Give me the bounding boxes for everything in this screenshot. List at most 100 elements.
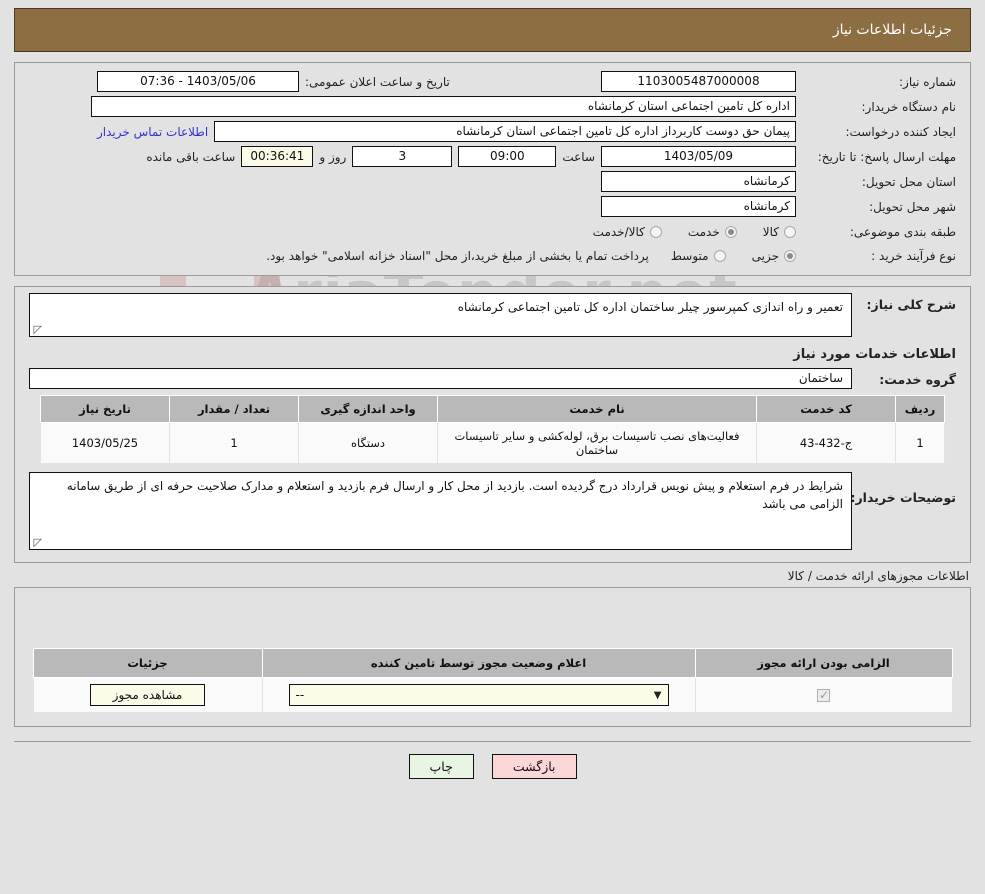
subject-category-option-kala[interactable]: کالا: [763, 225, 796, 239]
deadline-countdown: 00:36:41: [241, 146, 314, 167]
general-description-value[interactable]: تعمیر و راه اندازی کمپرسور چیلر ساختمان …: [29, 293, 852, 337]
col-name: نام خدمت: [437, 395, 757, 423]
cell-permit-details: مشاهده مجوز: [32, 677, 263, 713]
col-permit-status: اعلام وضعیت مجوز توسط تامین کننده: [261, 648, 696, 678]
row-purchase-type: نوع فرآیند خرید : جزیی متوسط پرداخت تمام…: [19, 241, 966, 265]
col-permit-required: الزامی بودن ارائه مجوز: [694, 648, 953, 678]
permit-required-checkbox[interactable]: [817, 688, 830, 702]
general-description-text: تعمیر و راه اندازی کمپرسور چیلر ساختمان …: [457, 300, 843, 314]
table-row: 1 ج-432-43 فعالیت‌های نصب تاسیسات برق، ل…: [40, 422, 945, 464]
service-group-text: ساختمان: [798, 371, 843, 385]
services-table-header-row: ردیف کد خدمت نام خدمت واحد اندازه گیری ت…: [40, 395, 945, 423]
service-group-value: ساختمان: [29, 368, 852, 389]
requester-value: پیمان حق دوست کاربرداز اداره کل تامین اج…: [214, 121, 796, 142]
row-buyer-org: نام دستگاه خریدار: اداره کل تامین اجتماع…: [19, 94, 966, 119]
row-delivery-city: شهر محل تحویل: کرمانشاه: [19, 194, 966, 219]
permits-caption: اطلاعات مجوزهای ارائه خدمت / کالا: [787, 569, 969, 583]
row-requester: ایجاد کننده درخواست: پیمان حق دوست کاربر…: [19, 119, 966, 144]
radio-kala-khedmat-icon[interactable]: [649, 226, 662, 238]
resize-grip-icon[interactable]: ◸: [32, 324, 42, 335]
deadline-date-value: 1403/05/09: [601, 146, 796, 167]
row-service-group: گروه خدمت: ساختمان: [15, 366, 970, 389]
need-details-panel: شرح کلی نیاز: تعمیر و راه اندازی کمپرسور…: [14, 286, 971, 563]
row-general-description: شرح کلی نیاز: تعمیر و راه اندازی کمپرسور…: [15, 287, 970, 337]
permits-table: الزامی بودن ارائه مجوز اعلام وضعیت مجوز …: [32, 648, 953, 713]
cell-code: ج-432-43: [756, 422, 896, 464]
permits-table-header-row: الزامی بودن ارائه مجوز اعلام وضعیت مجوز …: [32, 648, 953, 678]
resize-grip-icon[interactable]: ◸: [32, 537, 42, 548]
buyer-org-value: اداره کل تامین اجتماعی استان کرمانشاه: [91, 96, 796, 117]
cell-quantity: 1: [169, 422, 299, 464]
delivery-city-label: شهر محل تحویل:: [869, 199, 956, 214]
purchase-type-note: پرداخت تمام یا بخشی از مبلغ خرید،از محل …: [266, 249, 649, 263]
permit-status-value: --: [295, 688, 305, 702]
buyer-org-label: نام دستگاه خریدار:: [861, 99, 957, 114]
col-need-date: تاریخ نیاز: [40, 395, 170, 423]
print-button[interactable]: چاپ: [408, 754, 474, 779]
row-subject-category: طبقه بندی موضوعی: کالا خدمت کالا/خدمت: [19, 219, 966, 241]
announce-datetime-value: 1403/05/06 - 07:36: [97, 71, 299, 92]
purchase-type-option-1-label: متوسط: [670, 249, 709, 263]
purchase-type-option-0-label: جزیی: [751, 249, 779, 263]
cell-permit-status: ▼ --: [261, 677, 696, 713]
col-permit-details: جزئیات: [32, 648, 263, 678]
buyer-notes-label: توضیحات خریدار:: [850, 490, 956, 505]
deadline-label: مهلت ارسال پاسخ: تا تاریخ:: [817, 149, 956, 164]
radio-motavaset-icon[interactable]: [713, 250, 726, 262]
radio-kala-icon[interactable]: [784, 226, 796, 238]
row-need-number: شماره نیاز: 1103005487000008 تاریخ و ساع…: [19, 69, 966, 94]
delivery-province-value: کرمانشاه: [601, 171, 796, 192]
services-section-heading: اطلاعات خدمات مورد نیاز: [793, 347, 956, 362]
purchase-type-label: نوع فرآیند خرید :: [871, 249, 956, 263]
need-number-label: شماره نیاز:: [899, 74, 956, 89]
buyer-notes-value[interactable]: شرایط در فرم استعلام و پیش نویس قرارداد …: [29, 472, 852, 550]
cell-name: فعالیت‌های نصب تاسیسات برق، لوله‌کشی و س…: [437, 422, 757, 464]
subject-category-option-2-label: کالا/خدمت: [592, 225, 645, 239]
subject-category-option-1-label: خدمت: [687, 225, 720, 239]
row-deadline: مهلت ارسال پاسخ: تا تاریخ: 1403/05/09 سا…: [19, 144, 966, 169]
service-group-label: گروه خدمت:: [879, 372, 956, 387]
subject-category-option-khedmat[interactable]: خدمت: [688, 225, 737, 239]
subject-category-label: طبقه بندی موضوعی:: [849, 225, 956, 239]
col-index: ردیف: [895, 395, 945, 423]
chevron-down-icon: ▼: [653, 689, 662, 701]
table-row: ▼ -- مشاهده مجوز: [32, 677, 953, 713]
need-info-panel: شماره نیاز: 1103005487000008 تاریخ و ساع…: [14, 62, 971, 276]
deadline-time-value: 09:00: [458, 146, 557, 167]
row-buyer-notes: توضیحات خریدار: شرایط در فرم استعلام و پ…: [15, 464, 970, 550]
view-permit-button[interactable]: مشاهده مجوز: [89, 684, 206, 706]
footer-actions: بازگشت چاپ: [0, 742, 985, 779]
radio-khedmat-icon[interactable]: [724, 226, 737, 238]
deadline-days-value: 3: [352, 146, 453, 167]
buyer-notes-text: شرایط در فرم استعلام و پیش نویس قرارداد …: [66, 479, 843, 511]
need-number-value: 1103005487000008: [601, 71, 796, 92]
purchase-type-option-jozei[interactable]: جزیی: [752, 249, 796, 263]
permits-panel: الزامی بودن ارائه مجوز اعلام وضعیت مجوز …: [14, 587, 971, 727]
purchase-type-option-motavaset[interactable]: متوسط: [671, 249, 726, 263]
row-delivery-province: استان محل تحویل: کرمانشاه: [19, 169, 966, 194]
page-title-bar: جزئیات اطلاعات نیاز: [14, 8, 971, 52]
deadline-days-label: روز و: [319, 149, 347, 164]
subject-category-option-kala-khedmat[interactable]: کالا/خدمت: [593, 225, 662, 239]
buyer-contact-link[interactable]: اطلاعات تماس خریدار: [97, 125, 208, 139]
cell-need-date: 1403/05/25: [40, 422, 170, 464]
cell-index: 1: [895, 422, 945, 464]
cell-unit: دستگاه: [298, 422, 438, 464]
col-unit: واحد اندازه گیری: [298, 395, 438, 423]
announce-datetime-label: تاریخ و ساعت اعلان عمومی:: [305, 74, 450, 89]
cell-permit-required: [694, 677, 953, 713]
col-quantity: تعداد / مقدار: [169, 395, 299, 423]
delivery-province-label: استان محل تحویل:: [861, 174, 956, 189]
page-title: جزئیات اطلاعات نیاز: [832, 22, 952, 38]
general-description-label: شرح کلی نیاز:: [866, 297, 956, 312]
services-table: ردیف کد خدمت نام خدمت واحد اندازه گیری ت…: [40, 395, 945, 464]
deadline-time-label: ساعت: [562, 149, 595, 164]
col-code: کد خدمت: [756, 395, 896, 423]
back-button[interactable]: بازگشت: [491, 754, 577, 779]
subject-category-option-0-label: کالا: [762, 225, 779, 239]
permit-status-select[interactable]: ▼ --: [288, 684, 669, 706]
requester-label: ایجاد کننده درخواست:: [845, 124, 956, 139]
radio-jozei-icon[interactable]: [784, 250, 796, 262]
delivery-city-value: کرمانشاه: [601, 196, 796, 217]
deadline-remaining-label: ساعت باقی مانده: [146, 149, 236, 164]
